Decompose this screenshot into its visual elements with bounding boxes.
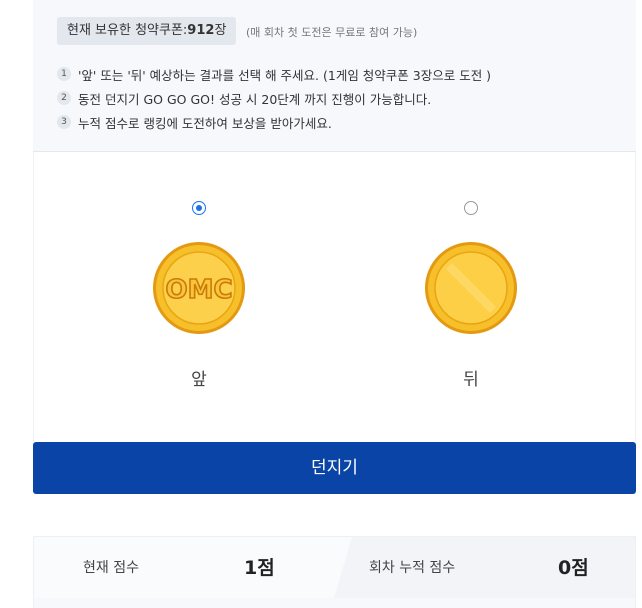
rule-item: 3 누적 점수로 랭킹에 도전하여 보상을 받아가세요. — [57, 110, 491, 134]
toss-button[interactable]: 던지기 — [33, 442, 636, 494]
coupon-balance-suffix: 장 — [214, 23, 227, 38]
rule-number-badge: 3 — [57, 115, 71, 129]
rule-text: 동전 던지기 GO GO GO! 성공 시 20단계 까지 진행이 가능합니다. — [78, 91, 432, 107]
coupon-balance-badge: 현재 보유한 청약쿠폰:912장 — [57, 17, 237, 45]
coupon-balance-prefix: 현재 보유한 청약쿠폰: — [67, 23, 188, 38]
coin-omc-text: OMC — [165, 275, 232, 305]
rule-number-badge: 2 — [57, 91, 71, 105]
omc-coin-front-icon[interactable]: OMC — [152, 241, 246, 335]
score-bar: 현재 점수 1점 회차 누적 점수 0점 — [33, 536, 636, 598]
cumulative-score-label: 회차 누적 점수 — [369, 560, 456, 576]
coupon-balance-count: 912 — [187, 23, 215, 38]
rule-text: 누적 점수로 랭킹에 도전하여 보상을 받아가세요. — [78, 115, 332, 131]
current-score-value: 1점 — [244, 557, 275, 579]
coin-choice-area: OMC 앞 뒤 — [33, 152, 636, 442]
cumulative-score-value: 0점 — [558, 557, 589, 579]
back-radio[interactable] — [464, 201, 478, 215]
plain-coin-back-icon[interactable] — [424, 241, 518, 335]
rule-item: 2 동전 던지기 GO GO GO! 성공 시 20단계 까지 진행이 가능합니… — [57, 86, 491, 110]
back-label: 뒤 — [463, 370, 479, 390]
rule-list: 1 '앞' 또는 '뒤' 예상하는 결과를 선택 해 주세요. (1게임 청약쿠… — [57, 62, 491, 134]
rule-item: 1 '앞' 또는 '뒤' 예상하는 결과를 선택 해 주세요. (1게임 청약쿠… — [57, 62, 491, 86]
rules-panel: 현재 보유한 청약쿠폰:912장 (매 회차 첫 도전은 무료로 참여 가능) … — [33, 0, 636, 152]
free-entry-note: (매 회차 첫 도전은 무료로 참여 가능) — [246, 26, 418, 39]
choice-front[interactable]: OMC 앞 — [139, 152, 259, 442]
front-label: 앞 — [191, 370, 207, 390]
rule-number-badge: 1 — [57, 67, 71, 81]
score-bar-bottom — [33, 598, 636, 608]
current-score-label: 현재 점수 — [83, 560, 139, 576]
front-radio[interactable] — [192, 201, 206, 215]
rule-text: '앞' 또는 '뒤' 예상하는 결과를 선택 해 주세요. (1게임 청약쿠폰 … — [78, 67, 492, 83]
choice-back[interactable]: 뒤 — [411, 152, 531, 442]
